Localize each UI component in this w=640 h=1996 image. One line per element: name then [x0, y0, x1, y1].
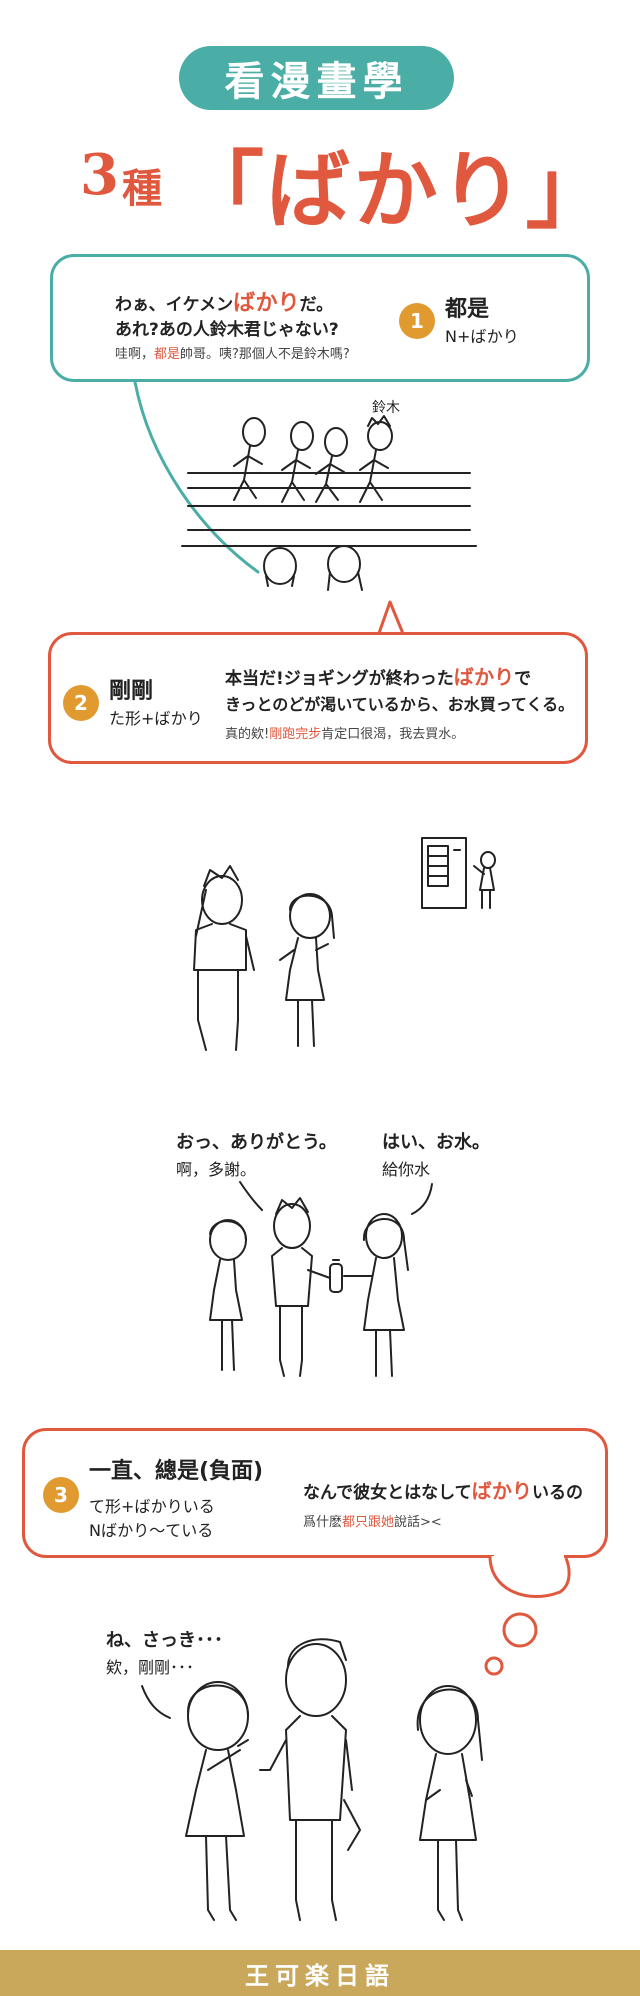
s3-pattern1: て形+ばかりいる [89, 1497, 215, 1516]
jogger-3 [315, 427, 348, 503]
section2-box: 2 剛剛 た形+ばかり 本当だ!ジョギングが終わったばかりで きっとのどが渇いて… [48, 632, 588, 764]
s2-jp1-pre: 本当だ!ジョギングが終わった [225, 669, 454, 689]
s1-zh-line: 哇啊，都是帥哥。咦?那個人不是鈴木嗎? [115, 343, 350, 362]
s2-pattern: た形+ばかり [109, 709, 203, 728]
scene3-illustration [209, 1181, 433, 1377]
vending-machine [421, 837, 467, 909]
s3-zh-line: 爲什麽都只跟她說話>< [303, 1511, 442, 1530]
girl-left [209, 1219, 247, 1371]
s3-pattern2: Nばかり～ている [89, 1521, 214, 1540]
girl-left-worried [185, 1681, 249, 1921]
water-bottle [329, 1259, 343, 1293]
s3-jp-pre: なんで彼女とはなして [303, 1483, 472, 1503]
s1-jp1-pre: わぁ、イケメン [115, 295, 234, 315]
s1-badge: 1 [399, 303, 435, 339]
s1-jp1-hl: ばかり [233, 291, 300, 316]
s1-zh-hl: 都是 [154, 347, 181, 362]
small-girl-at-machine [473, 851, 496, 909]
girl-right-jealous [416, 1685, 483, 1921]
scene4-illustration [141, 1638, 483, 1921]
section3-box: 3 一直、總是(負面) て形+ばかりいる Nばかり～ている なんで彼女とはなして… [22, 1428, 608, 1558]
s2-jp-line2: きっとのどが渇いているから、お水買ってくる。 [225, 695, 575, 714]
s3-jp-post: いるの [532, 1483, 584, 1503]
s2-jp1-post: で [514, 669, 532, 689]
jogger-suzuki [359, 415, 393, 503]
s2-zh-line: 真的欸!剛跑完步肯定口很渴，我去買水。 [225, 723, 464, 742]
scene1-illustration: 鈴木 [133, 380, 477, 591]
s3-zh-hl: 都只跟她 [342, 1515, 395, 1530]
s2-zh-pre: 真的欸! [225, 727, 270, 742]
s3-meaning: 一直、總是(負面) [89, 1459, 264, 1484]
name-tag-suzuki: 鈴木 [372, 400, 400, 416]
s2-jp-line1: 本当だ!ジョギングが終わったばかりで [225, 661, 531, 690]
s1-zh-post: 帥哥。咦?那個人不是鈴木嗎? [180, 347, 350, 362]
header-pill: 看漫畫學 [179, 46, 454, 110]
girl-right [343, 1213, 409, 1377]
girl-back-1 [263, 547, 297, 587]
boy-scratching-head [193, 865, 255, 1051]
s2-zh-post: 肯定口很渴，我去買水。 [321, 727, 465, 742]
s2-meaning: 剛剛 [109, 679, 154, 704]
title-number: 3 [80, 142, 119, 208]
scene3-right-jp: はい、お水。 [382, 1132, 490, 1153]
scene3-left-jp: おっ、ありがとう。 [176, 1132, 337, 1153]
s3-zh-pre: 爲什麽 [303, 1515, 343, 1530]
s2-badge: 2 [63, 685, 99, 721]
speech-tail-teal [133, 380, 260, 574]
s3-jp-hl: ばかり [471, 1479, 533, 1503]
boy-center-talking [259, 1638, 361, 1921]
title-main: 「ばかり」 [180, 142, 612, 240]
s1-jp1-post: だ。 [299, 295, 334, 315]
scene3-right-zh: 給你水 [382, 1160, 431, 1179]
girl-talking [279, 893, 335, 1047]
s3-badge: 3 [43, 1477, 79, 1513]
jogger-2 [281, 421, 314, 503]
footer-brand: 王可楽日語 [245, 1961, 395, 1990]
s1-zh-pre: 哇啊， [115, 347, 155, 362]
section1-box: わぁ、イケメンばかりだ。 あれ?あの人鈴木君じゃない? 哇啊，都是帥哥。咦?那個… [50, 254, 590, 382]
s1-meaning: 都是 [445, 297, 490, 322]
scene3-left-zh: 啊，多謝。 [176, 1160, 257, 1179]
s1-jp-line2: あれ?あの人鈴木君じゃない? [115, 320, 339, 340]
s3-zh-post: 說話>< [394, 1515, 442, 1530]
s1-pattern: N+ばかり [445, 327, 519, 346]
title-kind: 種 [122, 166, 162, 212]
footer-brand-bar: 王可楽日語 [0, 1950, 640, 1996]
scene2-illustration [193, 837, 496, 1051]
s2-jp1-hl: ばかり [453, 665, 515, 689]
main-title: 3 種 「ばかり」 [80, 124, 610, 240]
s1-jp-line1: わぁ、イケメンばかりだ。 [115, 285, 333, 317]
s2-zh-hl: 剛跑完步 [269, 727, 322, 742]
s3-jp-line: なんで彼女とはなしてばかりいるの [303, 1475, 583, 1504]
boy-center [271, 1197, 331, 1377]
pill-title: 看漫畫學 [224, 59, 409, 105]
girl-back-2 [327, 545, 363, 591]
